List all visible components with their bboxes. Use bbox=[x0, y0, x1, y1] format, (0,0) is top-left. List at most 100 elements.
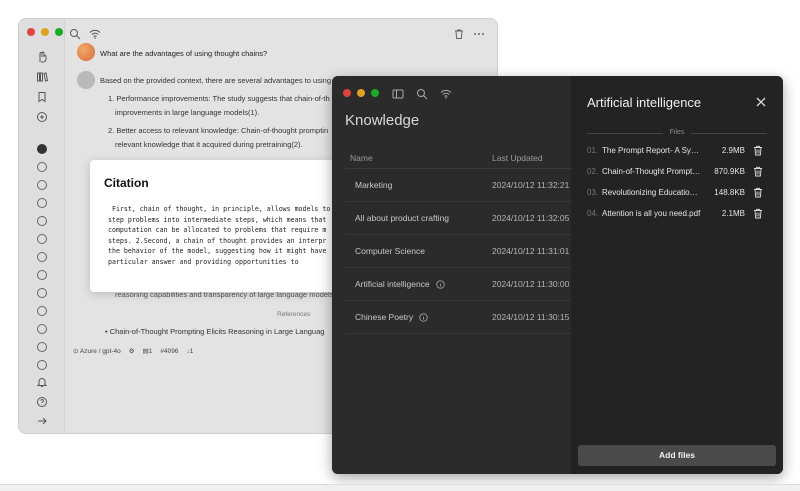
answer-point: relevant knowledge that it acquired duri… bbox=[115, 140, 303, 149]
search-icon[interactable] bbox=[416, 87, 428, 100]
bell-icon[interactable] bbox=[36, 376, 48, 388]
bottom-edge bbox=[0, 484, 800, 491]
knowledge-window: Knowledge Name Last Updated Marketing 20… bbox=[332, 76, 783, 474]
knowledge-row-date: 2024/10/12 11:31:01 bbox=[492, 246, 570, 256]
token-count-value: 4096 bbox=[163, 347, 179, 355]
file-name: Attention is all you need.pdf bbox=[602, 209, 701, 218]
more-icon[interactable] bbox=[473, 27, 485, 39]
bookmark-icon[interactable] bbox=[36, 91, 48, 103]
file-size: 870.9KB bbox=[714, 167, 745, 176]
zoom-dot[interactable] bbox=[55, 28, 63, 36]
details-panel: Artificial intelligence Files 01. The Pr… bbox=[571, 76, 783, 474]
knowledge-row-name: All about product crafting bbox=[355, 213, 449, 223]
file-index: 03. bbox=[587, 188, 599, 197]
knowledge-row[interactable]: Computer Science 2024/10/12 11:31:01 bbox=[345, 235, 571, 268]
knowledge-row-name: Marketing bbox=[355, 180, 392, 190]
chat-bubble-icon[interactable] bbox=[36, 359, 48, 371]
file-size: 2.1MB bbox=[721, 209, 745, 218]
chat-bubble-icon[interactable] bbox=[36, 197, 48, 209]
assistant-avatar bbox=[77, 71, 95, 89]
wifi-icon bbox=[440, 87, 452, 99]
file-index: 02. bbox=[587, 167, 599, 176]
file-name: The Prompt Report- A Systematic Survey bbox=[602, 146, 702, 155]
sidebar-toggle-icon[interactable] bbox=[392, 87, 404, 99]
file-size: 148.8KB bbox=[714, 188, 745, 197]
settings-icon[interactable]: ⚙ bbox=[129, 347, 135, 355]
file-item[interactable]: 03. Revolutionizing Education with AI 14… bbox=[587, 186, 767, 200]
chat-footer: ⊙ Azure / gpt-4o ⚙ ▤1 #4096 ↓1 bbox=[73, 347, 193, 356]
chat-bubble-icon[interactable] bbox=[36, 179, 48, 191]
column-header-name[interactable]: Name bbox=[350, 153, 373, 163]
close-icon[interactable] bbox=[755, 95, 767, 107]
row-label: Artificial intelligence bbox=[355, 279, 430, 289]
chat-add-icon[interactable] bbox=[36, 111, 48, 123]
chat-sidebar bbox=[19, 19, 65, 433]
knowledge-title: Knowledge bbox=[345, 112, 420, 129]
add-files-button[interactable]: Add files bbox=[578, 445, 776, 466]
model-label: Azure / gpt-4o bbox=[79, 348, 121, 355]
knowledge-row[interactable]: Marketing 2024/10/12 11:32:21 bbox=[345, 169, 571, 202]
attachment-count[interactable]: ↓1 bbox=[186, 348, 193, 355]
context-count[interactable]: ▤1 bbox=[143, 347, 153, 355]
trash-icon[interactable] bbox=[753, 187, 763, 198]
trash-icon[interactable] bbox=[753, 145, 763, 156]
knowledge-row-date: 2024/10/12 11:30:15 bbox=[492, 312, 570, 322]
trash-icon[interactable] bbox=[453, 27, 465, 39]
wifi-icon bbox=[89, 27, 101, 39]
citation-body: First, chain of thought, in principle, a… bbox=[108, 205, 331, 266]
attachment-count-value: 1 bbox=[189, 347, 194, 355]
file-index: 01. bbox=[587, 146, 599, 155]
column-header-updated[interactable]: Last Updated bbox=[492, 153, 543, 163]
user-question: What are the advantages of using thought… bbox=[100, 49, 268, 58]
answer-point: improvements in large language models(1)… bbox=[115, 108, 260, 117]
token-count[interactable]: #4096 bbox=[160, 348, 178, 355]
library-icon[interactable] bbox=[36, 71, 48, 83]
answer-point: 2. Better access to relevant knowledge: … bbox=[108, 126, 329, 135]
knowledge-row-name: Artificial intelligence bbox=[355, 279, 445, 289]
window-controls bbox=[343, 89, 379, 97]
file-size: 2.9MB bbox=[721, 146, 745, 155]
file-item[interactable]: 04. Attention is all you need.pdf 2.1MB bbox=[587, 207, 767, 221]
trash-icon[interactable] bbox=[753, 208, 763, 219]
chat-bubble-icon[interactable] bbox=[36, 305, 48, 317]
chat-active-icon[interactable] bbox=[36, 143, 48, 155]
file-item[interactable]: 02. Chain-of-Thought Prompting Elicits 8… bbox=[587, 165, 767, 179]
file-name: Revolutionizing Education with AI bbox=[602, 188, 702, 197]
search-icon[interactable] bbox=[69, 27, 81, 40]
info-icon[interactable] bbox=[419, 312, 428, 322]
chat-bubble-icon[interactable] bbox=[36, 287, 48, 299]
row-label: All about product crafting bbox=[355, 213, 450, 223]
chat-bubble-icon[interactable] bbox=[36, 269, 48, 281]
chat-bubble-icon[interactable] bbox=[36, 251, 48, 263]
model-selector[interactable]: ⊙ Azure / gpt-4o bbox=[73, 347, 121, 355]
close-dot[interactable] bbox=[343, 89, 351, 97]
minimize-dot[interactable] bbox=[41, 28, 49, 36]
reference-item[interactable]: • Chain-of-Thought Prompting Elicits Rea… bbox=[105, 326, 324, 337]
close-dot[interactable] bbox=[27, 28, 35, 36]
knowledge-row[interactable]: All about product crafting 2024/10/12 11… bbox=[345, 202, 571, 235]
chat-bubble-icon[interactable] bbox=[36, 233, 48, 245]
knowledge-row-name: Computer Science bbox=[355, 246, 425, 256]
zoom-dot[interactable] bbox=[371, 89, 379, 97]
hand-icon[interactable] bbox=[36, 51, 48, 63]
reference-link[interactable]: Chain-of-Thought Prompting Elicits Reaso… bbox=[110, 327, 325, 336]
chat-bubble-icon[interactable] bbox=[36, 341, 48, 353]
row-label: Marketing bbox=[355, 180, 393, 190]
file-index: 04. bbox=[587, 209, 599, 218]
minimize-dot[interactable] bbox=[357, 89, 365, 97]
info-icon[interactable] bbox=[435, 279, 445, 289]
divider bbox=[691, 133, 767, 134]
arrow-right-icon[interactable] bbox=[36, 415, 48, 427]
user-avatar bbox=[77, 43, 95, 61]
chat-bubble-icon[interactable] bbox=[36, 323, 48, 335]
trash-icon[interactable] bbox=[753, 166, 763, 177]
help-icon[interactable] bbox=[36, 396, 48, 408]
chat-bubble-icon[interactable] bbox=[36, 161, 48, 173]
window-controls bbox=[27, 28, 63, 36]
citation-title: Citation bbox=[104, 176, 149, 190]
chat-bubble-icon[interactable] bbox=[36, 215, 48, 227]
file-item[interactable]: 01. The Prompt Report- A Systematic Surv… bbox=[587, 144, 767, 158]
knowledge-row-date: 2024/10/12 11:32:21 bbox=[492, 180, 570, 190]
knowledge-row[interactable]: Artificial intelligence 2024/10/12 11:30… bbox=[345, 268, 571, 301]
knowledge-row[interactable]: Chinese Poetry 2024/10/12 11:30:15 bbox=[345, 301, 571, 334]
